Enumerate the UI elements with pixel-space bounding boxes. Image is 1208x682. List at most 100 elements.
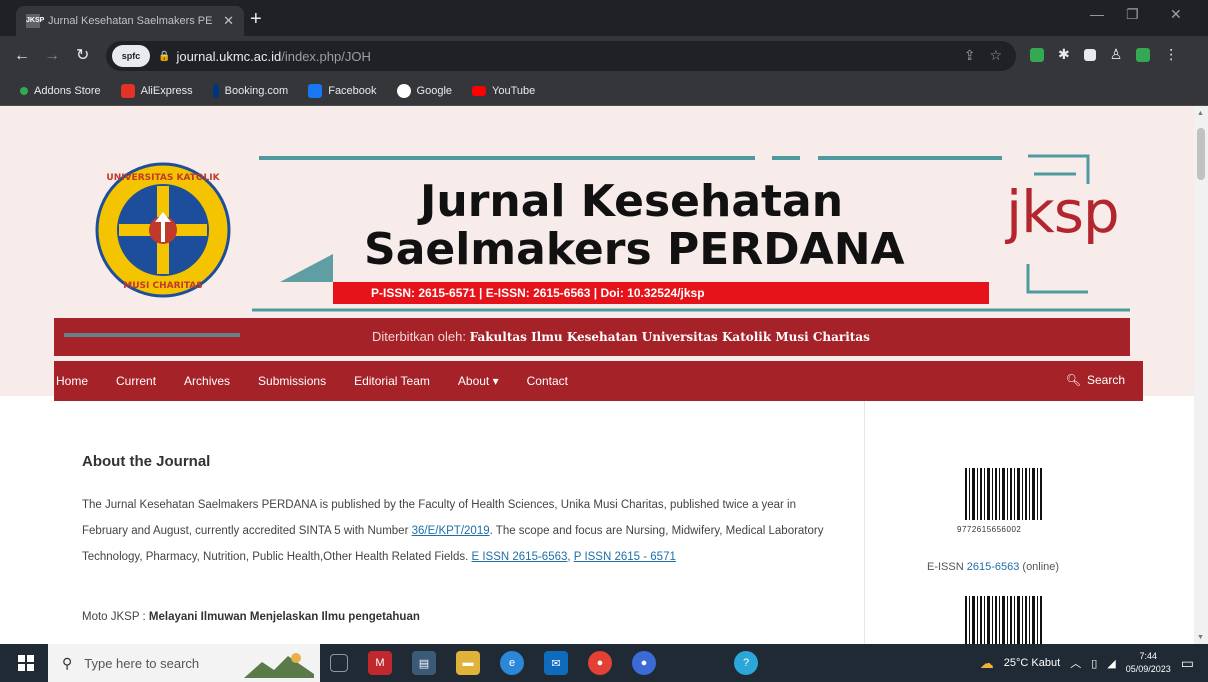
weather-icon[interactable]: ☁ bbox=[980, 655, 994, 672]
app-icon-red[interactable]: M bbox=[368, 651, 392, 675]
weather-text[interactable]: 25°C Kabut bbox=[1004, 657, 1060, 669]
profile-icon[interactable]: ♙ bbox=[1110, 46, 1123, 63]
scroll-up-icon[interactable]: ▲ bbox=[1197, 110, 1204, 117]
url-host: journal.ukmc.ac.id bbox=[176, 48, 282, 64]
tray-chevron-icon[interactable]: ︿ bbox=[1070, 655, 1081, 671]
windows-taskbar: ⚲ Type here to search M ▤ ▬ e ✉ ● ● ? ☁ … bbox=[0, 644, 1208, 682]
puzzle-icon[interactable]: ✱ bbox=[1058, 46, 1070, 63]
maximize-icon[interactable]: ❐ bbox=[1126, 6, 1139, 23]
youtube-icon bbox=[472, 85, 487, 96]
bookmark-star-icon[interactable]: ☆ bbox=[989, 47, 1002, 64]
bookmarks-bar: Addons Store AliExpress Booking.com Face… bbox=[0, 76, 1208, 106]
bookmark-google[interactable]: Google bbox=[396, 83, 452, 98]
chrome-icon[interactable]: ● bbox=[588, 651, 612, 675]
menu-kebab-icon[interactable]: ⋮ bbox=[1164, 46, 1178, 63]
page-scrollbar[interactable]: ▲ ▼ bbox=[1194, 106, 1208, 644]
extension-icon[interactable] bbox=[1030, 47, 1044, 62]
nav-about[interactable]: About ▾ bbox=[458, 374, 499, 388]
share-icon[interactable]: ⇪ bbox=[964, 47, 976, 64]
windows-start-icon[interactable] bbox=[18, 655, 34, 671]
help-icon[interactable]: ? bbox=[734, 651, 758, 675]
taskbar-search-box[interactable]: ⚲ Type here to search bbox=[48, 644, 320, 682]
decorative-line bbox=[64, 333, 240, 337]
minimize-icon[interactable]: — bbox=[1090, 6, 1104, 22]
extension-badge[interactable]: spfc bbox=[112, 45, 150, 67]
reload-icon[interactable]: ↻ bbox=[76, 46, 89, 66]
scroll-thumb[interactable] bbox=[1197, 128, 1205, 180]
about-heading: About the Journal bbox=[82, 453, 211, 470]
bookmark-facebook[interactable]: Facebook bbox=[308, 83, 377, 98]
clock-date: 05/09/2023 bbox=[1125, 664, 1171, 674]
search-label: Search bbox=[1086, 373, 1125, 387]
journal-title-line2: Saelmakers PERDANA bbox=[364, 224, 905, 275]
app-icon-store[interactable]: ▤ bbox=[412, 651, 436, 675]
browser-toolbar: ← → ↻ spfc 🔒 journal.ukmc.ac.id /index.p… bbox=[0, 36, 1208, 76]
nav-contact[interactable]: Contact bbox=[527, 374, 568, 388]
moto-line: Moto JKSP : Melayani Ilmuwan Menjelaskan… bbox=[82, 611, 420, 623]
edge-icon[interactable]: e bbox=[500, 651, 524, 675]
svg-text:UNIVERSITAS KATOLIK: UNIVERSITAS KATOLIK bbox=[106, 173, 220, 183]
sidebar: 9772615656002 E-ISSN 2615-6563 (online) bbox=[864, 401, 1164, 644]
scroll-down-icon[interactable]: ▼ bbox=[1197, 634, 1204, 641]
browser-tab-bar: JKSP Jurnal Kesehatan Saelmakers PE ✕ + … bbox=[0, 0, 1208, 36]
main-nav-menu: Home Current Archives Submissions Editor… bbox=[54, 361, 1143, 401]
barcode-number: 9772615656002 bbox=[957, 525, 1022, 534]
nav-current[interactable]: Current bbox=[116, 374, 156, 388]
pissn-link[interactable]: P ISSN 2615 - 6571 bbox=[574, 551, 676, 563]
bookmark-aliexpress[interactable]: AliExpress bbox=[120, 83, 193, 98]
tab-title: Jurnal Kesehatan Saelmakers PE bbox=[48, 15, 213, 27]
google-icon bbox=[396, 83, 411, 98]
main-content: About the Journal The Jurnal Kesehatan S… bbox=[54, 401, 864, 644]
close-window-icon[interactable]: ✕ bbox=[1170, 6, 1182, 23]
nav-search[interactable]: 🔍︎ Search bbox=[1066, 373, 1125, 387]
lock-icon[interactable]: 🔒 bbox=[158, 51, 170, 62]
close-tab-icon[interactable]: ✕ bbox=[223, 13, 234, 29]
notification-icon[interactable]: ▭ bbox=[1181, 655, 1194, 672]
eissn-link[interactable]: E ISSN 2615-6563 bbox=[471, 551, 567, 563]
barcode-image bbox=[965, 468, 1042, 520]
address-bar[interactable]: spfc 🔒 journal.ukmc.ac.id /index.php/JOH… bbox=[106, 41, 1016, 71]
forward-arrow-icon[interactable]: → bbox=[44, 46, 60, 66]
nav-home[interactable]: Home bbox=[56, 374, 88, 388]
publisher-name: Fakultas Ilmu Kesehatan Universitas Kato… bbox=[469, 330, 870, 344]
sinta-link[interactable]: 36/E/KPT/2019 bbox=[412, 525, 490, 537]
browser-tab[interactable]: JKSP Jurnal Kesehatan Saelmakers PE ✕ bbox=[16, 6, 244, 36]
nav-editorial-team[interactable]: Editorial Team bbox=[354, 374, 430, 388]
publisher-text: Diterbitkan oleh: Fakultas Ilmu Kesehata… bbox=[372, 329, 870, 344]
task-view-icon[interactable] bbox=[330, 654, 348, 672]
network-icon[interactable]: ▯ bbox=[1091, 657, 1097, 670]
nav-submissions[interactable]: Submissions bbox=[258, 374, 326, 388]
nav-archives[interactable]: Archives bbox=[184, 374, 230, 388]
volume-icon[interactable]: ◢ bbox=[1107, 657, 1115, 670]
booking-icon bbox=[212, 83, 219, 98]
publisher-label: Diterbitkan oleh: bbox=[372, 329, 466, 344]
search-icon: 🔍︎ bbox=[1065, 373, 1081, 387]
clock[interactable]: 7:44 05/09/2023 bbox=[1126, 650, 1171, 676]
eissn-sidebar-link[interactable]: 2615-6563 bbox=[967, 561, 1020, 573]
issn-bar: P-ISSN: 2615-6571 | E-ISSN: 2615-6563 | … bbox=[333, 282, 989, 304]
new-tab-button[interactable]: + bbox=[250, 8, 262, 31]
search-highlight-image bbox=[244, 653, 314, 678]
site-favicon: JKSP bbox=[26, 14, 44, 28]
system-tray: ☁ 25°C Kabut ︿ ▯ ◢ 7:44 05/09/2023 ▭ bbox=[980, 644, 1194, 682]
journal-banner: UNIVERSITAS KATOLIK MUSI CHARITAS Jurnal… bbox=[0, 106, 1194, 396]
back-arrow-icon[interactable]: ← bbox=[14, 46, 30, 66]
shield-icon[interactable] bbox=[1136, 47, 1151, 62]
about-paragraph: The Jurnal Kesehatan Saelmakers PERDANA … bbox=[82, 499, 824, 563]
url-path: /index.php/JOH bbox=[281, 48, 371, 64]
barcode-image-2 bbox=[965, 596, 1042, 644]
publisher-bar: Diterbitkan oleh: Fakultas Ilmu Kesehata… bbox=[54, 318, 1130, 356]
svg-text:MUSI CHARITAS: MUSI CHARITAS bbox=[123, 281, 203, 291]
bookmark-addons-store[interactable]: Addons Store bbox=[20, 85, 101, 97]
bookmark-youtube[interactable]: YouTube bbox=[472, 85, 535, 97]
mail-icon[interactable]: ✉ bbox=[544, 651, 568, 675]
eissn-info: E-ISSN 2615-6563 (online) bbox=[927, 561, 1060, 573]
university-logo-icon: UNIVERSITAS KATOLIK MUSI CHARITAS bbox=[95, 162, 231, 298]
file-explorer-icon[interactable]: ▬ bbox=[456, 651, 480, 675]
jksp-logo-icon: jksp bbox=[1006, 178, 1120, 246]
journal-title-line1: Jurnal Kesehatan bbox=[420, 176, 844, 227]
chrome-profile-icon[interactable]: ● bbox=[632, 651, 656, 675]
sidepanel-icon[interactable] bbox=[1083, 48, 1096, 61]
taskbar-search-placeholder: Type here to search bbox=[84, 655, 200, 671]
bookmark-booking[interactable]: Booking.com bbox=[212, 83, 288, 98]
